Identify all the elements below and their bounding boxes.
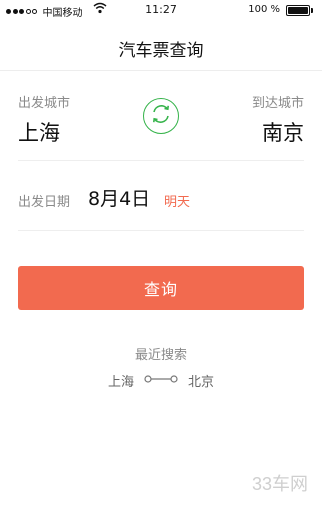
departure-date-value[interactable]: 8月4日 xyxy=(88,184,150,211)
swap-icon xyxy=(149,102,173,130)
departure-date-label: 出发日期 xyxy=(18,195,71,210)
route-icon xyxy=(144,373,178,388)
arrival-city-label: 到达城市 xyxy=(251,96,304,111)
departure-city[interactable]: 上海 xyxy=(18,117,60,147)
recent-searches-title: 最近搜索 xyxy=(134,348,187,363)
arrival-city[interactable]: 南京 xyxy=(262,117,304,147)
battery-percentage: 100 % xyxy=(248,4,280,15)
query-button[interactable]: 查询 xyxy=(18,266,304,310)
nav-divider xyxy=(0,70,322,71)
swap-cities-button[interactable] xyxy=(143,98,179,134)
recent-from-city: 上海 xyxy=(107,375,134,390)
departure-city-label: 出发城市 xyxy=(18,96,71,111)
page-title: 汽车票查询 xyxy=(118,41,204,61)
battery-icon xyxy=(286,5,313,16)
divider xyxy=(18,230,304,231)
relative-day-tag: 明天 xyxy=(164,195,191,210)
recent-search-item[interactable]: 上海 北京 xyxy=(0,371,322,390)
divider xyxy=(18,160,304,161)
recent-to-city: 北京 xyxy=(188,375,215,390)
watermark: 33车网 xyxy=(251,474,308,494)
status-bar: 中国移动 11:27 100 % xyxy=(0,0,322,20)
